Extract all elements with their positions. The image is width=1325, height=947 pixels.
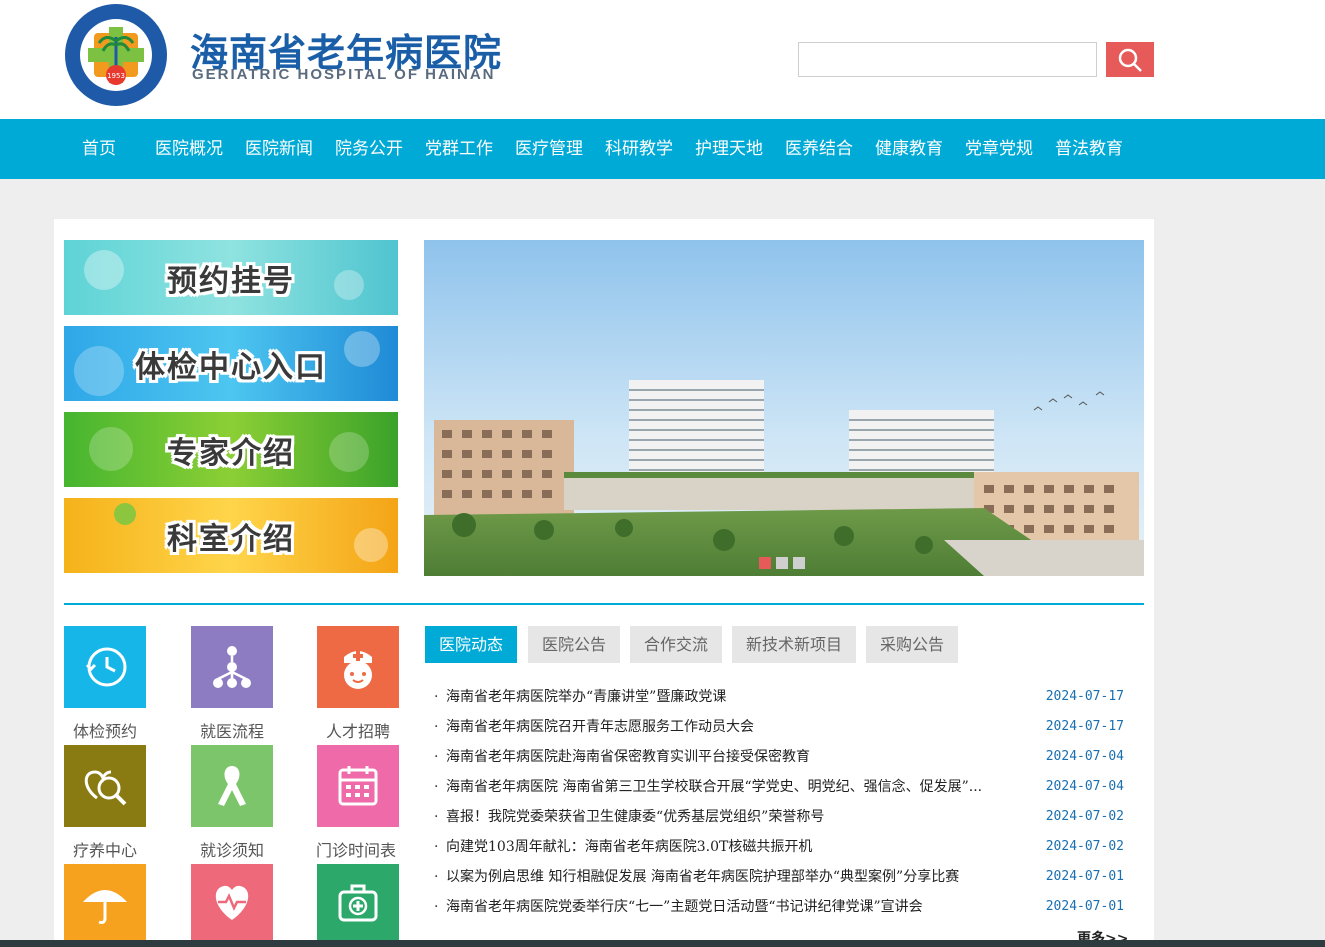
expert-intro-entry[interactable]: 专家介绍	[64, 412, 398, 487]
hospital-building-image	[424, 240, 1144, 576]
news-title[interactable]: 喜报！我院党委荣获省卫生健康委“优秀基层党组织”荣誉称号	[446, 802, 1016, 832]
appointment-entry[interactable]: 预约挂号	[64, 240, 398, 315]
ribbon-icon	[218, 766, 246, 806]
news-date: 2024-07-04	[1045, 749, 1124, 764]
news-item[interactable]: · 海南省老年病医院党委举行庆“七一”主题党日活动暨“书记讲纪律党课”宣讲会 2…	[434, 892, 1134, 922]
umbrella-icon	[83, 890, 127, 924]
news-title[interactable]: 海南省老年病医院党委举行庆“七一”主题党日活动暨“书记讲纪律党课”宣讲会	[446, 892, 1016, 922]
recruitment-tile[interactable]	[317, 626, 399, 708]
news-item[interactable]: · 海南省老年病医院召开青年志愿服务工作动员大会 2024-07-17	[434, 712, 1134, 742]
section-divider	[64, 603, 1144, 605]
news-title[interactable]: 向建党103周年献礼：海南省老年病医院3.0T核磁共振开机	[446, 832, 1016, 862]
news-item[interactable]: · 海南省老年病医院 海南省第三卫生学校联合开展“学党史、明党纪、强信念、促发展…	[434, 772, 1134, 802]
insurance-tile[interactable]	[64, 864, 146, 940]
news-title[interactable]: 海南省老年病医院召开青年志愿服务工作动员大会	[446, 712, 1016, 742]
news-title[interactable]: 海南省老年病医院 海南省第三卫生学校联合开展“学党史、明党纪、强信念、促发展”.…	[446, 772, 1016, 802]
news-title[interactable]: 以案为例启思维 知行相融促发展 海南省老年病医院护理部举办“典型案例”分享比赛	[446, 862, 1016, 892]
news-item[interactable]: · 海南省老年病医院举办“青廉讲堂”暨廉政党课 2024-07-17	[434, 682, 1134, 712]
tab-hospital-news[interactable]: 医院动态	[425, 626, 518, 663]
nav-item-law-education[interactable]: 普法教育	[1055, 119, 1123, 179]
nav-item-party-rules[interactable]: 党章党规	[965, 119, 1033, 179]
news-item[interactable]: · 以案为例启思维 知行相融促发展 海南省老年病医院护理部举办“典型案例”分享比…	[434, 862, 1134, 892]
news-item[interactable]: · 向建党103周年献礼：海南省老年病医院3.0T核磁共振开机 2024-07-…	[434, 832, 1134, 862]
rehab-center-label[interactable]: 疗养中心	[55, 837, 155, 861]
nav-item-eldercare[interactable]: 医养结合	[785, 119, 853, 179]
tab-new-technology[interactable]: 新技术新项目	[732, 626, 857, 663]
rehab-center-tile[interactable]	[64, 745, 146, 827]
news-item[interactable]: · 喜报！我院党委荣获省卫生健康委“优秀基层党组织”荣誉称号 2024-07-0…	[434, 802, 1134, 832]
news-date: 2024-07-01	[1045, 899, 1124, 914]
clock-icon	[85, 647, 127, 687]
footer-strip	[0, 940, 1325, 947]
treatment-process-tile[interactable]	[191, 626, 273, 708]
main-nav: 首页 医院概况 医院新闻 院务公开 党群工作 医疗管理 科研教学 护理天地 医养…	[0, 119, 1325, 179]
outpatient-schedule-label[interactable]: 门诊时间表	[306, 837, 406, 861]
nav-item-research[interactable]: 科研教学	[605, 119, 673, 179]
appointment-entry-label: 预约挂号	[167, 263, 295, 299]
nav-item-overview[interactable]: 医院概况	[155, 119, 223, 179]
hospital-logo-seal[interactable]: 1953	[61, 3, 171, 107]
news-title[interactable]: 海南省老年病医院举办“青廉讲堂”暨廉政党课	[446, 682, 1016, 712]
banner-dot-3[interactable]	[793, 557, 805, 569]
hero-banner[interactable]	[424, 240, 1144, 576]
nav-item-home[interactable]: 首页	[82, 119, 116, 179]
hospital-name-en: GERIATRIC HOSPITAL OF HAINAN	[192, 66, 496, 83]
checkup-appointment-label[interactable]: 体检预约	[55, 718, 155, 742]
news-date: 2024-07-17	[1045, 719, 1124, 734]
nav-item-medical-management[interactable]: 医疗管理	[515, 119, 583, 179]
news-item[interactable]: · 海南省老年病医院赴海南省保密教育实训平台接受保密教育 2024-07-04	[434, 742, 1134, 772]
visit-notice-label[interactable]: 就诊须知	[182, 837, 282, 861]
medical-kit-tile[interactable]	[317, 864, 399, 940]
heart-magnifier-icon	[84, 770, 127, 806]
banner-dot-2[interactable]	[776, 557, 788, 569]
nav-item-affairs[interactable]: 院务公开	[335, 119, 403, 179]
tab-cooperation[interactable]: 合作交流	[630, 626, 723, 663]
news-title[interactable]: 海南省老年病医院赴海南省保密教育实训平台接受保密教育	[446, 742, 1016, 772]
department-intro-entry-label: 科室介绍	[167, 521, 295, 557]
nav-item-news[interactable]: 医院新闻	[245, 119, 313, 179]
department-intro-entry[interactable]: 科室介绍	[64, 498, 398, 573]
health-monitor-tile[interactable]	[191, 864, 273, 940]
news-date: 2024-07-02	[1045, 839, 1124, 854]
calendar-icon	[338, 766, 378, 806]
expert-intro-entry-label: 专家介绍	[167, 435, 295, 471]
visit-notice-tile[interactable]	[191, 745, 273, 827]
nav-item-nursing[interactable]: 护理天地	[695, 119, 763, 179]
search-button[interactable]	[1106, 42, 1154, 77]
checkup-appointment-tile[interactable]	[64, 626, 146, 708]
checkup-center-entry-label: 体检中心入口	[135, 349, 327, 385]
outpatient-schedule-tile[interactable]	[317, 745, 399, 827]
nav-item-health-education[interactable]: 健康教育	[875, 119, 943, 179]
search-input[interactable]	[798, 42, 1097, 77]
heart-pulse-icon	[215, 885, 249, 920]
recruitment-label[interactable]: 人才招聘	[308, 718, 408, 742]
news-date: 2024-07-01	[1045, 869, 1124, 884]
flow-icon	[213, 646, 251, 688]
tab-procurement[interactable]: 采购公告	[866, 626, 959, 663]
news-date: 2024-07-04	[1045, 779, 1124, 794]
seal-year: 1953	[107, 72, 125, 80]
checkup-center-entry[interactable]: 体检中心入口	[64, 326, 398, 401]
nurse-icon	[344, 651, 372, 689]
tab-announcements[interactable]: 医院公告	[528, 626, 621, 663]
banner-pagination	[759, 557, 805, 569]
news-date: 2024-07-17	[1045, 689, 1124, 704]
treatment-process-label[interactable]: 就医流程	[182, 718, 282, 742]
medkit-icon	[338, 884, 378, 922]
nav-item-party[interactable]: 党群工作	[425, 119, 493, 179]
site-header: 1953 海南省老年病医院 GERIATRIC HOSPITAL OF HAIN…	[0, 0, 1325, 119]
news-list: · 海南省老年病医院举办“青廉讲堂”暨廉政党课 2024-07-17 · 海南省…	[434, 682, 1134, 922]
search-icon	[1118, 48, 1142, 72]
banner-dot-1[interactable]	[759, 557, 771, 569]
news-date: 2024-07-02	[1045, 809, 1124, 824]
